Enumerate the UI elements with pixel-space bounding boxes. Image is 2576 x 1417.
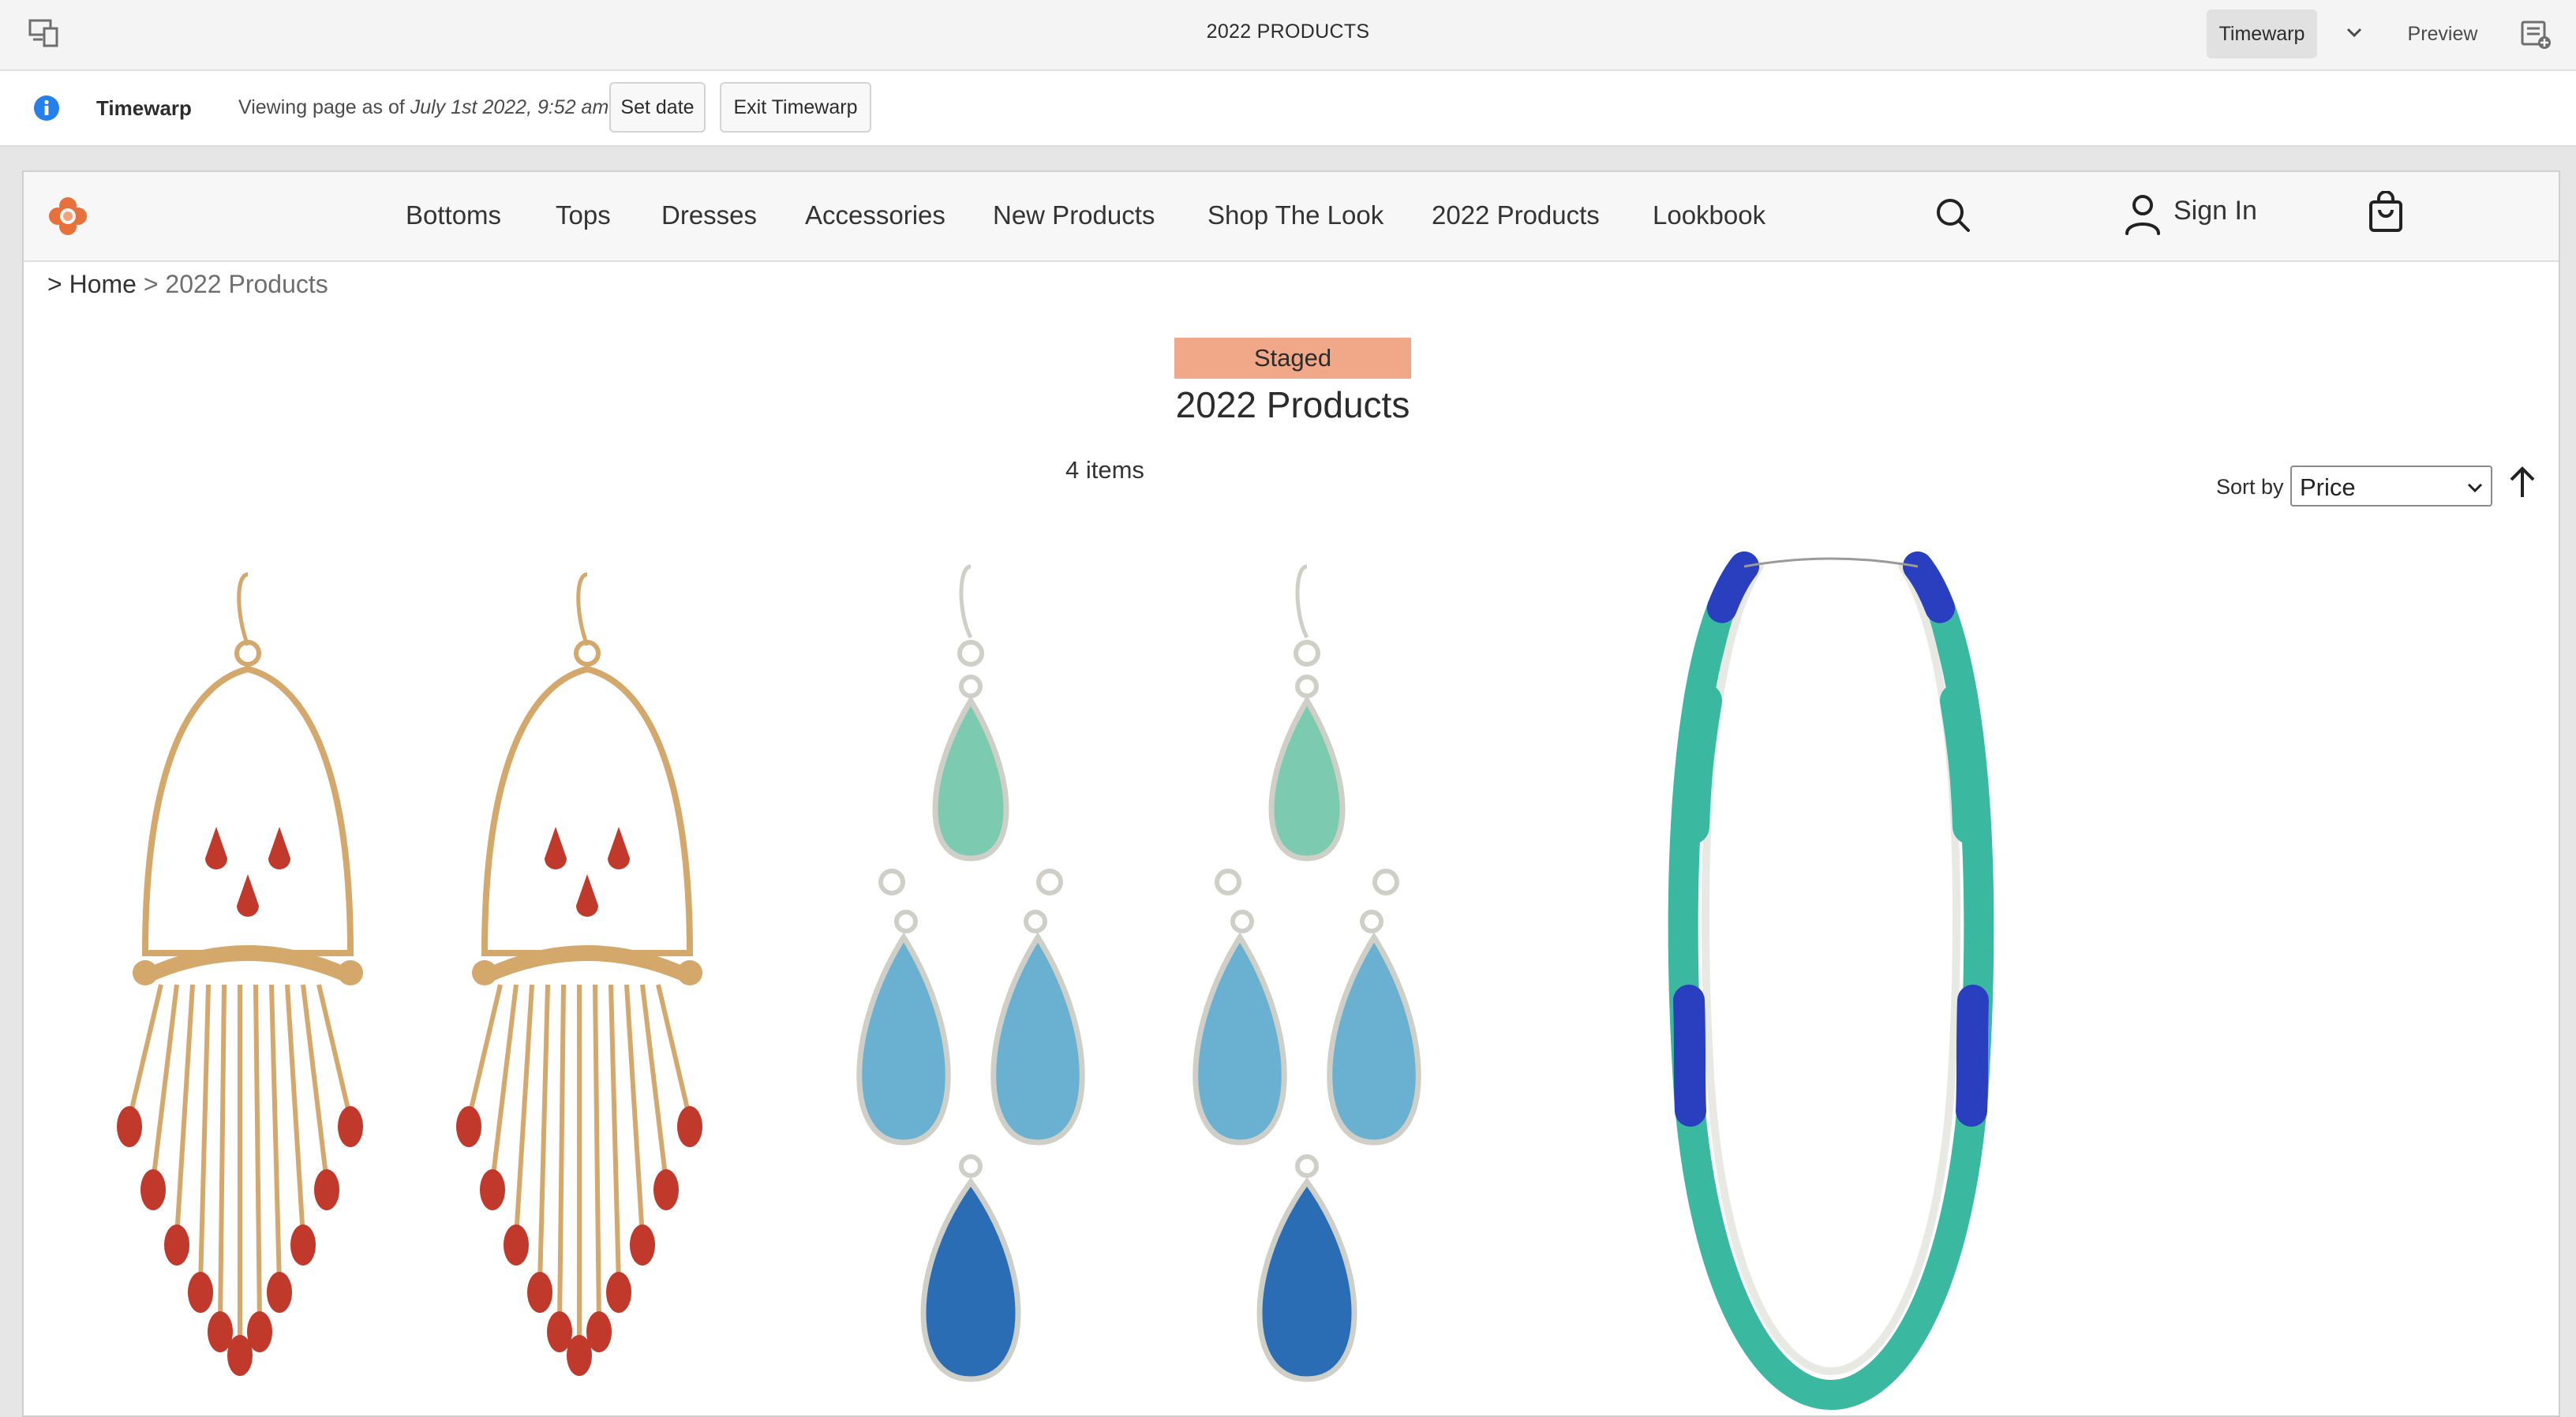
product-image-beaded-necklace[interactable] [1642,543,2020,1415]
page-properties-icon[interactable] [2521,19,2552,50]
staged-badge: Staged [1174,338,1411,379]
timewarp-bar: Timewarp Viewing page as of July 1st 202… [0,71,2576,147]
nav-tops[interactable]: Tops [556,200,611,230]
shopping-bag-icon[interactable] [2366,191,2406,234]
chevron-down-icon[interactable] [2342,21,2366,44]
sort-select[interactable]: Price [2290,465,2492,507]
item-count: 4 items [1065,456,1144,484]
product-image-red-earring-left[interactable] [90,543,406,1415]
mode-selector-button[interactable]: Timewarp [2207,9,2317,58]
product-image-red-earring-right[interactable] [429,543,745,1415]
breadcrumb-separator: > [47,270,62,298]
site-preview-frame: Bottoms Tops Dresses Accessories New Pro… [22,170,2560,1417]
site-logo-icon[interactable] [46,194,90,238]
nav-accessories[interactable]: Accessories [805,200,945,230]
preview-button[interactable]: Preview [2399,9,2486,58]
breadcrumb: > Home > 2022 Products [47,270,328,299]
product-image-teal-earring-left[interactable] [813,543,1129,1415]
timewarp-label: Timewarp [96,96,192,120]
nav-bottoms[interactable]: Bottoms [406,200,501,230]
page-heading: 2022 Products [1175,384,1410,425]
sort-ascending-icon[interactable] [2507,464,2538,499]
breadcrumb-home-link[interactable]: Home [69,270,137,298]
search-icon[interactable] [1934,196,1973,235]
timewarp-viewing-text: Viewing page as of July 1st 2022, 9:52 a… [238,96,609,118]
nav-new-products[interactable]: New Products [993,200,1155,230]
breadcrumb-current: 2022 Products [165,270,328,298]
editor-toolbar: 2022 PRODUCTS Timewarp Preview [0,0,2576,71]
nav-dresses[interactable]: Dresses [661,200,757,230]
product-image-teal-earring-right[interactable] [1149,543,1465,1415]
page-title-bar: 2022 PRODUCTS [1206,21,1370,43]
nav-lookbook[interactable]: Lookbook [1653,200,1765,230]
site-header: Bottoms Tops Dresses Accessories New Pro… [24,172,2559,262]
exit-timewarp-button[interactable]: Exit Timewarp [720,82,871,133]
nav-2022-products[interactable]: 2022 Products [1432,200,1600,230]
user-icon[interactable] [2123,193,2162,237]
timewarp-date: July 1st 2022, 9:52 am [410,96,609,118]
sign-in-link[interactable]: Sign In [2174,196,2257,226]
sort-select-value: Price [2300,473,2356,501]
chevron-down-icon [2467,483,2483,493]
set-date-button[interactable]: Set date [609,82,706,133]
info-icon [34,95,59,121]
sort-label: Sort by [2216,475,2284,499]
nav-shop-the-look[interactable]: Shop The Look [1208,200,1383,230]
breadcrumb-separator: > [143,270,159,298]
